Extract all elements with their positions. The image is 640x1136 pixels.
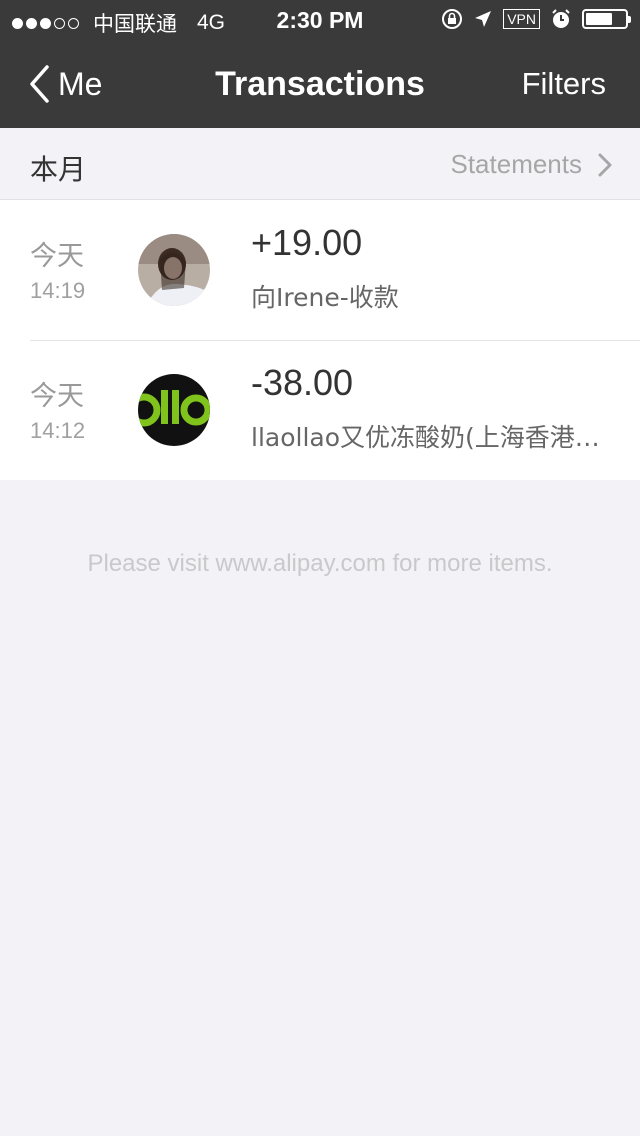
transaction-day: 今天 (30, 241, 84, 272)
transaction-time: 14:19 (30, 278, 86, 303)
status-bar: 中国联通 4G 2:30 PM VPN (0, 0, 640, 40)
alarm-icon (552, 9, 570, 28)
avatar (138, 234, 210, 306)
transaction-amount: +19.00 (251, 222, 363, 263)
filters-button[interactable]: Filters (522, 66, 606, 102)
battery-icon (582, 9, 631, 29)
person-photo-icon (138, 234, 210, 306)
llaollao-logo-icon (138, 374, 210, 446)
transaction-row[interactable]: 今天 14:12 -38.00 llaollao又优冻酸奶(上海香港广场店) (0, 340, 640, 480)
avatar (138, 374, 210, 446)
month-label: 本月 (30, 153, 87, 186)
location-arrow-icon (475, 11, 492, 27)
navigation-bar: Me Transactions Filters (0, 40, 640, 128)
transaction-time: 14:12 (30, 418, 86, 443)
header: 中国联通 4G 2:30 PM VPN Me Transactions Filt… (0, 0, 640, 128)
transaction-description: 向Irene-收款 (251, 283, 399, 312)
transaction-row[interactable]: 今天 14:19 +19.00 向Irene-收款 (0, 200, 640, 340)
statements-label: Statements (450, 149, 582, 179)
chevron-right-icon (598, 153, 612, 176)
transaction-day: 今天 (30, 381, 84, 412)
transaction-description: llaollao又优冻酸奶(上海香港广场店) (251, 423, 611, 452)
transaction-amount: -38.00 (251, 362, 354, 403)
vpn-badge: VPN (503, 9, 540, 29)
rotation-lock-icon (442, 9, 463, 29)
statements-link[interactable]: Statements (450, 149, 612, 180)
month-section-header: 本月 Statements (0, 128, 640, 200)
transaction-list: 今天 14:19 +19.00 向Irene-收款 今天 14:12 -38.0… (0, 200, 640, 480)
footer-note: Please visit www.alipay.com for more ite… (87, 550, 553, 577)
